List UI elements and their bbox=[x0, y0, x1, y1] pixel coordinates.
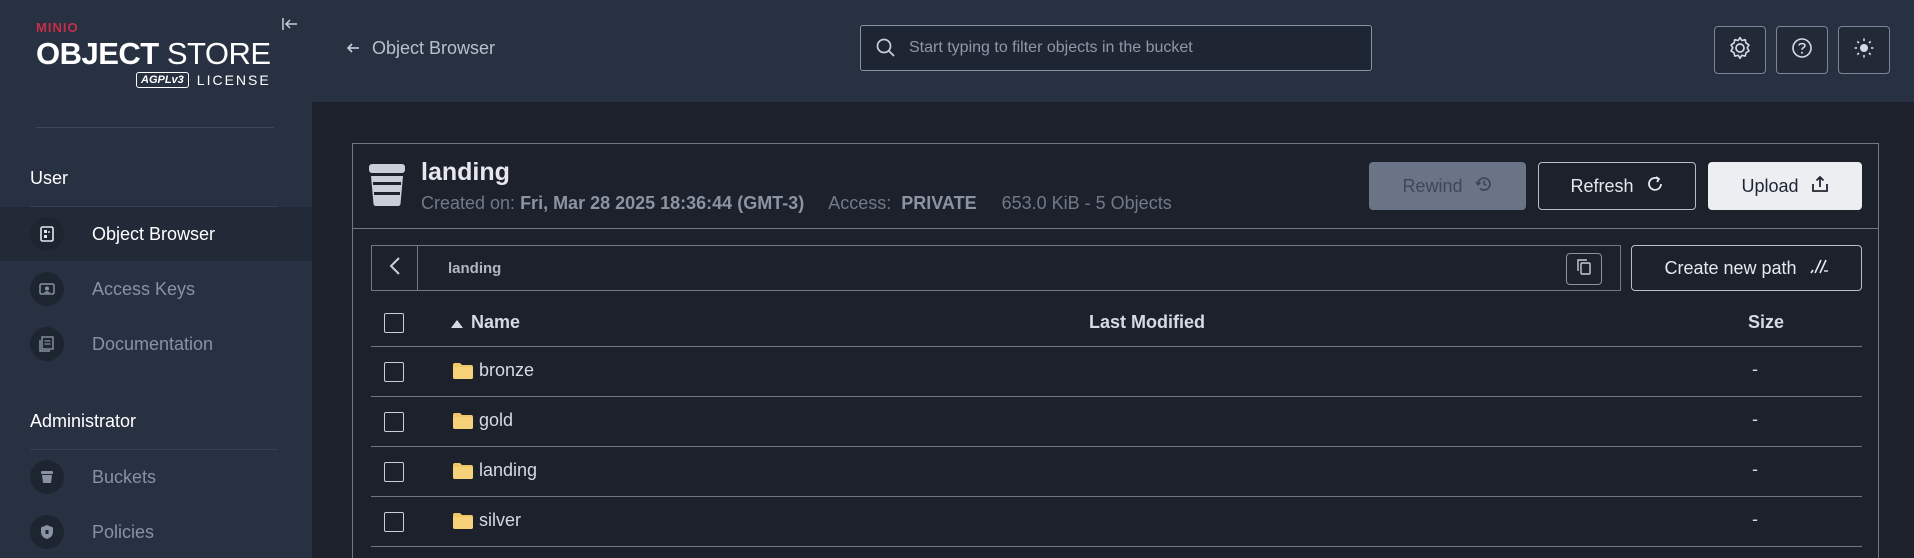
bucket-icon bbox=[369, 164, 405, 206]
bucket-name: landing bbox=[421, 158, 510, 186]
row-checkbox[interactable] bbox=[384, 362, 404, 382]
logo-license-row: AGPLv3 LICENSE bbox=[136, 72, 271, 88]
column-header-size[interactable]: Size bbox=[1748, 312, 1784, 333]
sort-ascending-icon bbox=[451, 312, 463, 333]
folder-icon bbox=[453, 412, 473, 429]
create-new-path-button[interactable]: Create new path bbox=[1631, 245, 1862, 291]
upload-icon bbox=[1811, 175, 1829, 198]
table-row[interactable]: landing - bbox=[371, 447, 1862, 497]
back-arrow-icon bbox=[346, 38, 360, 59]
sidebar-separator bbox=[30, 206, 278, 207]
gear-icon bbox=[1727, 35, 1753, 66]
page-title: Object Browser bbox=[372, 38, 496, 58]
help-button[interactable] bbox=[1776, 26, 1828, 74]
column-header-last-modified[interactable]: Last Modified bbox=[1089, 312, 1205, 333]
license-text: LICENSE bbox=[196, 72, 271, 88]
bucket-header: landing Created on: Fri, Mar 28 2025 18:… bbox=[353, 144, 1878, 229]
row-name: gold bbox=[453, 410, 513, 431]
help-icon bbox=[1791, 37, 1813, 64]
sun-icon bbox=[1853, 37, 1875, 64]
row-size: - bbox=[1752, 409, 1758, 429]
sidebar-item-documentation[interactable]: Documentation bbox=[0, 317, 312, 371]
sidebar-item-label: Object Browser bbox=[92, 223, 216, 244]
theme-toggle-button[interactable] bbox=[1838, 26, 1890, 74]
sidebar-item-buckets[interactable]: Buckets bbox=[0, 450, 312, 504]
sidebar-section-user: User bbox=[30, 168, 69, 188]
history-icon bbox=[1474, 175, 1493, 198]
sidebar-item-label: Buckets bbox=[92, 466, 157, 487]
table-row[interactable]: bronze - bbox=[371, 347, 1862, 397]
rewind-label: Rewind bbox=[1402, 175, 1463, 196]
folder-icon bbox=[453, 362, 473, 379]
refresh-icon bbox=[1646, 175, 1664, 198]
breadcrumb-back-button[interactable] bbox=[372, 246, 418, 290]
sidebar-item-policies[interactable]: Policies bbox=[0, 505, 312, 558]
row-size: - bbox=[1752, 359, 1758, 379]
row-checkbox[interactable] bbox=[384, 412, 404, 432]
sidebar-item-label: Access Keys bbox=[92, 278, 196, 299]
bucket-panel: landing Created on: Fri, Mar 28 2025 18:… bbox=[352, 143, 1879, 558]
search-icon bbox=[875, 37, 897, 59]
table-row[interactable]: gold - bbox=[371, 397, 1862, 447]
row-name: landing bbox=[453, 460, 537, 481]
settings-button[interactable] bbox=[1714, 26, 1766, 74]
row-checkbox[interactable] bbox=[384, 462, 404, 482]
chevron-left-icon bbox=[389, 256, 401, 281]
row-size: - bbox=[1752, 509, 1758, 529]
access-keys-icon bbox=[30, 272, 64, 306]
rewind-button[interactable]: Rewind bbox=[1369, 162, 1526, 210]
upload-label: Upload bbox=[1741, 175, 1799, 196]
access-value: PRIVATE bbox=[901, 193, 977, 213]
buckets-icon bbox=[30, 460, 64, 494]
agpl-badge: AGPLv3 bbox=[136, 72, 189, 88]
folder-icon bbox=[453, 512, 473, 529]
access-label: Access: bbox=[828, 193, 897, 213]
object-browser-icon bbox=[30, 217, 64, 251]
minio-logo[interactable]: MINIO OBJECT STORE AGPLv3 LICENSE bbox=[36, 18, 286, 98]
top-bar: Object Browser bbox=[312, 0, 1914, 102]
created-label: Created on: bbox=[421, 193, 521, 213]
column-header-name[interactable]: Name bbox=[451, 312, 520, 333]
breadcrumb-current[interactable]: landing bbox=[448, 260, 501, 277]
collapse-sidebar-icon[interactable] bbox=[280, 14, 300, 34]
row-size: - bbox=[1752, 459, 1758, 479]
back-to-object-browser[interactable]: Object Browser bbox=[346, 38, 495, 59]
select-all-checkbox[interactable] bbox=[384, 313, 404, 333]
row-checkbox[interactable] bbox=[384, 512, 404, 532]
folder-icon bbox=[453, 462, 473, 479]
row-name: bronze bbox=[453, 360, 534, 381]
table-header: Name Last Modified Size bbox=[371, 299, 1862, 347]
created-value: Fri, Mar 28 2025 18:36:44 (GMT-3) bbox=[520, 193, 805, 213]
refresh-button[interactable]: Refresh bbox=[1538, 162, 1696, 210]
logo-object-store: OBJECT STORE bbox=[36, 36, 271, 71]
sidebar-item-label: Policies bbox=[92, 521, 155, 542]
search-input[interactable] bbox=[909, 39, 1349, 57]
table-row[interactable]: silver - bbox=[371, 497, 1862, 547]
sidebar-section-administrator: Administrator bbox=[30, 411, 137, 431]
new-path-icon bbox=[1809, 258, 1829, 279]
bucket-meta: Created on: Fri, Mar 28 2025 18:36:44 (G… bbox=[421, 193, 1172, 214]
sidebar-item-object-browser[interactable]: Object Browser bbox=[0, 207, 312, 261]
upload-button[interactable]: Upload bbox=[1708, 162, 1862, 210]
policies-icon bbox=[30, 515, 64, 549]
bucket-usage: 653.0 KiB - 5 Objects bbox=[1001, 193, 1172, 213]
row-name: silver bbox=[453, 510, 521, 531]
copy-path-button[interactable] bbox=[1566, 253, 1602, 285]
documentation-icon bbox=[30, 327, 64, 361]
sidebar-item-label: Documentation bbox=[92, 333, 214, 354]
sidebar-divider bbox=[36, 127, 274, 128]
objects-table: Name Last Modified Size bronze - gold - bbox=[371, 299, 1862, 547]
logo-minio-text: MINIO bbox=[36, 20, 79, 35]
refresh-label: Refresh bbox=[1570, 175, 1634, 196]
search-box[interactable] bbox=[860, 25, 1372, 71]
create-new-path-label: Create new path bbox=[1664, 257, 1797, 278]
copy-icon bbox=[1577, 258, 1591, 280]
breadcrumb: landing bbox=[371, 245, 1621, 291]
sidebar-item-access-keys[interactable]: Access Keys bbox=[0, 262, 312, 316]
sidebar: MINIO OBJECT STORE AGPLv3 LICENSE User O… bbox=[0, 0, 312, 558]
